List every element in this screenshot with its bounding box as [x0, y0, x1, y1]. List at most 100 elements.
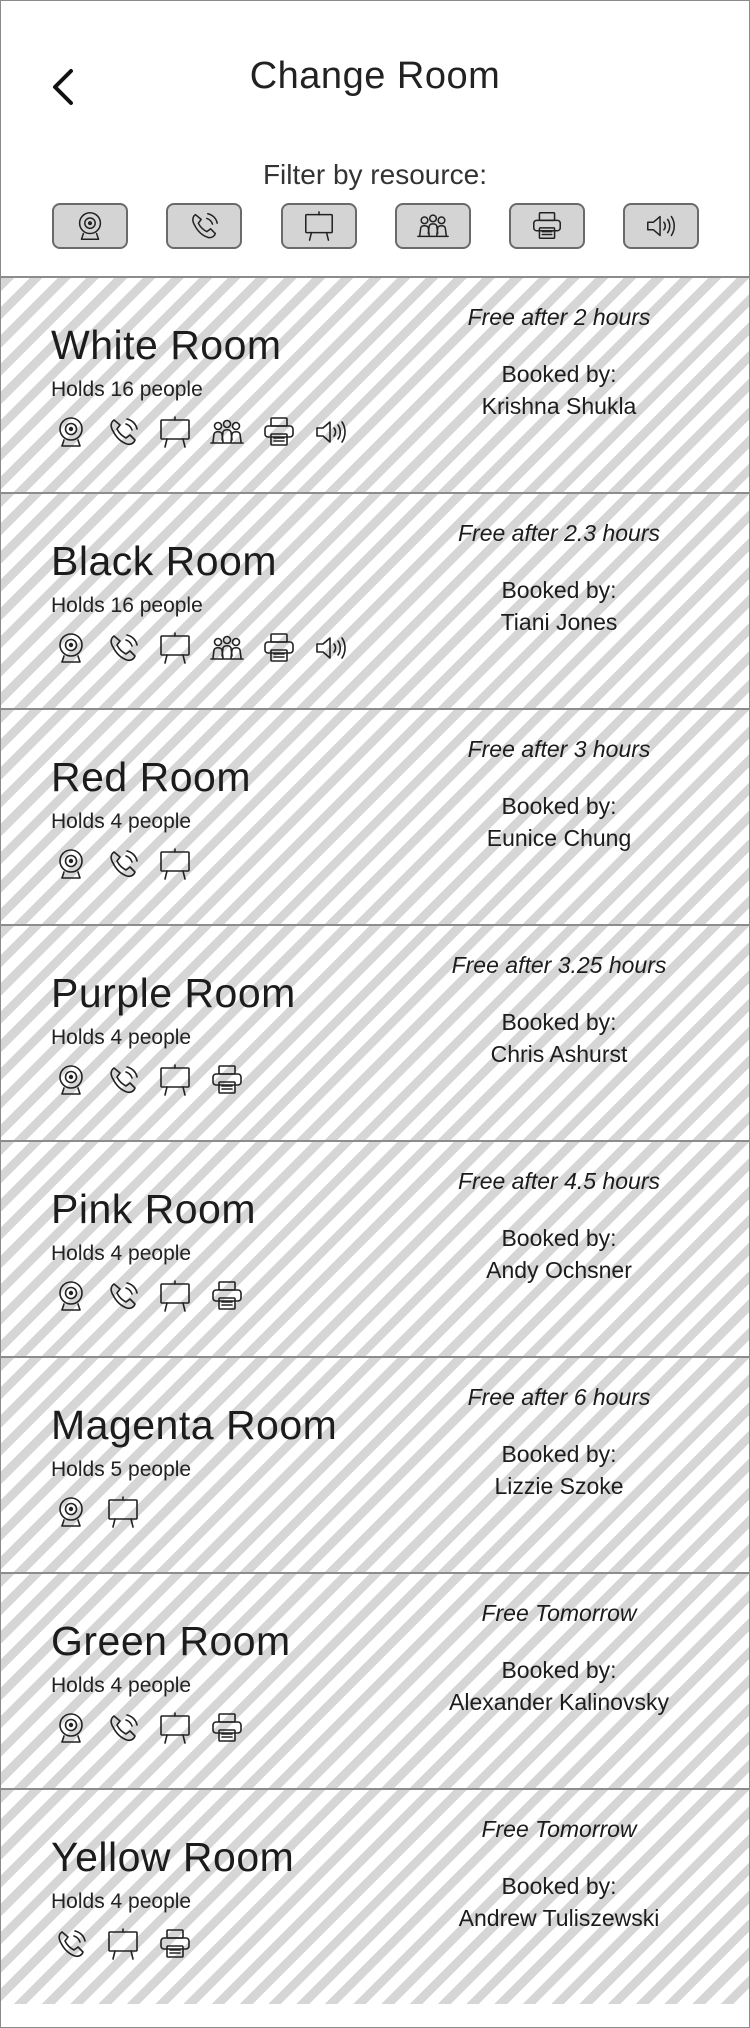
- room-row[interactable]: Black Room Holds 16 people Free after 2.3 …: [1, 492, 749, 708]
- printer-icon: [212, 1281, 242, 1310]
- resource-item: [101, 1924, 145, 1964]
- room-capacity: Holds 4 people: [51, 810, 192, 833]
- room-name: Red Room: [51, 754, 251, 800]
- room-row[interactable]: White Room Holds 16 people Free after 2 ho…: [1, 276, 749, 492]
- room-availability: Free after 2 hours: [467, 304, 651, 330]
- resource-item: [49, 844, 93, 884]
- filter-phone-button[interactable]: [166, 203, 242, 249]
- webcam-icon: [59, 1497, 83, 1527]
- whiteboard-icon: [160, 848, 190, 880]
- room-row[interactable]: Red Room Holds 4 people Free after 3 hours…: [1, 708, 749, 924]
- resource-item: [153, 412, 197, 452]
- resource-item: [309, 412, 353, 452]
- printer-icon: [264, 417, 294, 446]
- filter-printer-button[interactable]: [509, 203, 585, 249]
- phone-icon: [192, 212, 218, 239]
- resource-item: [205, 412, 249, 452]
- booked-by-label: Booked by:: [501, 1657, 617, 1683]
- change-room-screen: Change Room Filter by resource: White Ro…: [0, 0, 750, 2028]
- booked-by-name: Lizzie Szoke: [494, 1473, 624, 1499]
- resource-item: [257, 628, 301, 668]
- room-resources: [49, 1276, 249, 1316]
- room-booked-by: Booked by: Lizzie Szoke: [409, 1438, 709, 1502]
- webcam-icon: [59, 849, 83, 879]
- resource-item: [49, 1492, 93, 1532]
- resource-item: [153, 844, 197, 884]
- webcam-icon: [59, 1281, 83, 1311]
- booked-by-label: Booked by:: [501, 577, 617, 603]
- booked-by-name: Chris Ashurst: [490, 1041, 628, 1067]
- room-row[interactable]: Green Room Holds 4 people Free Tomorrow Boo…: [1, 1572, 749, 1788]
- booked-by-name: Krishna Shukla: [481, 393, 637, 419]
- filter-label: Filter by resource:: [262, 159, 488, 190]
- booked-by-label: Booked by:: [501, 1873, 617, 1899]
- filter-webcam-button[interactable]: [52, 203, 128, 249]
- resource-item: [101, 1492, 145, 1532]
- whiteboard-icon: [160, 1712, 190, 1744]
- resource-item: [101, 1060, 145, 1100]
- webcam-icon: [78, 212, 102, 240]
- room-availability: Free after 2.3 hours: [458, 520, 660, 546]
- room-row[interactable]: Yellow Room Holds 4 people Free Tomorrow Bo…: [1, 1788, 749, 2004]
- resource-item: [153, 628, 197, 668]
- room-name: Black Room: [51, 538, 278, 584]
- printer-icon: [533, 212, 561, 240]
- filter-speaker-button[interactable]: [623, 203, 699, 249]
- phone-icon: [110, 418, 138, 446]
- resource-item: [153, 1924, 197, 1964]
- filter-people-button[interactable]: [395, 203, 471, 249]
- room-booked-by: Booked by: Alexander Kalinovsky: [409, 1654, 709, 1718]
- people-icon: [210, 419, 244, 444]
- room-name: Magenta Room: [51, 1402, 338, 1448]
- room-capacity: Holds 16 people: [51, 594, 203, 617]
- booked-by-name: Andy Ochsner: [486, 1257, 632, 1283]
- resource-item: [101, 1708, 145, 1748]
- header: Change Room Filter by resource:: [1, 1, 749, 277]
- resource-item: [101, 628, 145, 668]
- phone-icon: [110, 1066, 138, 1094]
- room-resources: [49, 1708, 249, 1748]
- room-availability: Free after 6 hours: [467, 1384, 651, 1410]
- resource-item: [49, 1924, 93, 1964]
- room-availability: Free after 3 hours: [467, 736, 651, 762]
- room-resources: [49, 844, 197, 884]
- resource-item: [153, 1708, 197, 1748]
- whiteboard-icon: [108, 1496, 138, 1528]
- speaker-icon: [316, 637, 346, 659]
- room-availability: Free after 4.5 hours: [458, 1168, 660, 1194]
- whiteboard-icon: [160, 632, 190, 664]
- resource-item: [153, 1060, 197, 1100]
- whiteboard-icon: [160, 1280, 190, 1312]
- speaker-icon: [316, 421, 346, 443]
- phone-icon: [58, 1930, 86, 1958]
- phone-icon: [110, 850, 138, 878]
- whiteboard-icon: [160, 1064, 190, 1096]
- room-row[interactable]: Purple Room Holds 4 people Free after 3.25…: [1, 924, 749, 1140]
- room-capacity: Holds 4 people: [51, 1674, 192, 1697]
- room-row[interactable]: Pink Room Holds 4 people Free after 4.5 ho…: [1, 1140, 749, 1356]
- room-booked-by: Booked by: Tiani Jones: [409, 574, 709, 638]
- booked-by-label: Booked by:: [501, 1441, 617, 1467]
- filter-whiteboard-button[interactable]: [281, 203, 357, 249]
- room-resources: [49, 1492, 145, 1532]
- booked-by-name: Alexander Kalinovsky: [449, 1689, 669, 1715]
- room-resources: [49, 412, 353, 452]
- printer-icon: [212, 1065, 242, 1094]
- room-booked-by: Booked by: Krishna Shukla: [409, 358, 709, 422]
- whiteboard-icon: [160, 416, 190, 448]
- room-booked-by: Booked by: Chris Ashurst: [409, 1006, 709, 1070]
- room-name: Yellow Room: [51, 1834, 295, 1880]
- webcam-icon: [59, 417, 83, 447]
- webcam-icon: [59, 633, 83, 663]
- room-capacity: Holds 4 people: [51, 1026, 192, 1049]
- resource-item: [309, 628, 353, 668]
- room-booked-by: Booked by: Andrew Tuliszewski: [409, 1870, 709, 1934]
- room-capacity: Holds 4 people: [51, 1890, 192, 1913]
- booked-by-name: Eunice Chung: [486, 825, 632, 851]
- resource-item: [205, 1060, 249, 1100]
- phone-icon: [110, 1714, 138, 1742]
- room-resources: [49, 628, 353, 668]
- room-name: Pink Room: [51, 1186, 257, 1232]
- people-icon: [417, 214, 449, 238]
- room-row[interactable]: Magenta Room Holds 5 people Free after 6 h…: [1, 1356, 749, 1572]
